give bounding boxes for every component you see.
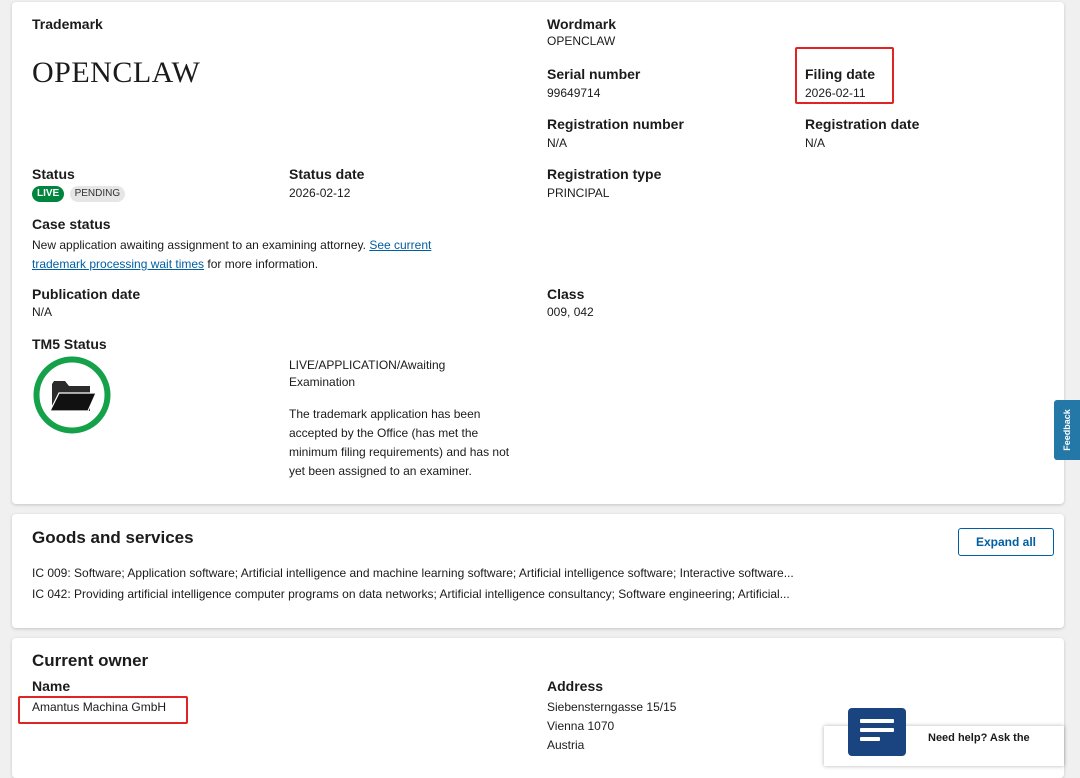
expand-all-button[interactable]: Expand all [958,528,1054,556]
address-line-1: Siebensterngasse 15/15 [547,700,677,714]
feedback-tab[interactable]: Feedback [1054,400,1080,460]
tm5-status-label: TM5 Status [32,336,107,352]
feedback-label: Feedback [1062,409,1072,451]
registration-type-label: Registration type [547,166,662,182]
case-status-label: Case status [32,216,111,232]
serial-number-value: 99649714 [547,86,601,100]
goods-services-card: Goods and services Expand all IC 009: So… [12,514,1064,628]
registration-date-label: Registration date [805,116,920,132]
status-badges: LIVE PENDING [32,185,127,202]
status-date-label: Status date [289,166,365,182]
owner-name-label: Name [32,678,71,694]
publication-date-label: Publication date [32,286,141,302]
case-status-text: New application awaiting assignment to a… [32,236,482,274]
chat-icon[interactable] [848,708,906,756]
status-badge-pending: PENDING [69,186,126,202]
trademark-card: Trademark OPENCLAW Wordmark OPENCLAW Ser… [12,2,1064,504]
assistant-help-text: Need help? Ask the [928,732,1030,744]
address-line-3: Austria [547,738,585,752]
case-status-suffix: for more information. [207,257,319,271]
folder-icon [32,355,112,435]
registration-type-value: PRINCIPAL [547,186,610,200]
wordmark-label: Wordmark [547,16,616,32]
address-line-2: Vienna 1070 [547,719,615,733]
registration-number-label: Registration number [547,116,684,132]
wordmark-value: OPENCLAW [547,34,616,48]
class-value: 009, 042 [547,305,594,319]
tm5-description: The trademark application has been accep… [289,407,510,478]
class-label: Class [547,286,585,302]
registration-number-value: N/A [547,136,568,150]
publication-date-value: N/A [32,305,53,319]
current-owner-title: Current owner [32,651,149,670]
goods-line-ic042: IC 042: Providing artificial intelligenc… [32,587,790,601]
goods-line-ic009: IC 009: Software; Application software; … [32,566,794,580]
address-label: Address [547,678,604,694]
filing-date-highlight [795,47,894,104]
serial-number-label: Serial number [547,66,641,82]
status-badge-live: LIVE [32,186,65,202]
registration-date-value: N/A [805,136,826,150]
goods-services-title: Goods and services [32,528,194,547]
status-date-value: 2026-02-12 [289,186,351,200]
case-status-message: New application awaiting assignment to a… [32,238,366,252]
tm5-status-text: LIVE/APPLICATION/Awaiting Examination [289,358,446,389]
owner-name-highlight [18,696,188,724]
trademark-label: Trademark [32,16,103,32]
wordmark-display: OPENCLAW [32,56,201,89]
status-label: Status [32,166,75,182]
